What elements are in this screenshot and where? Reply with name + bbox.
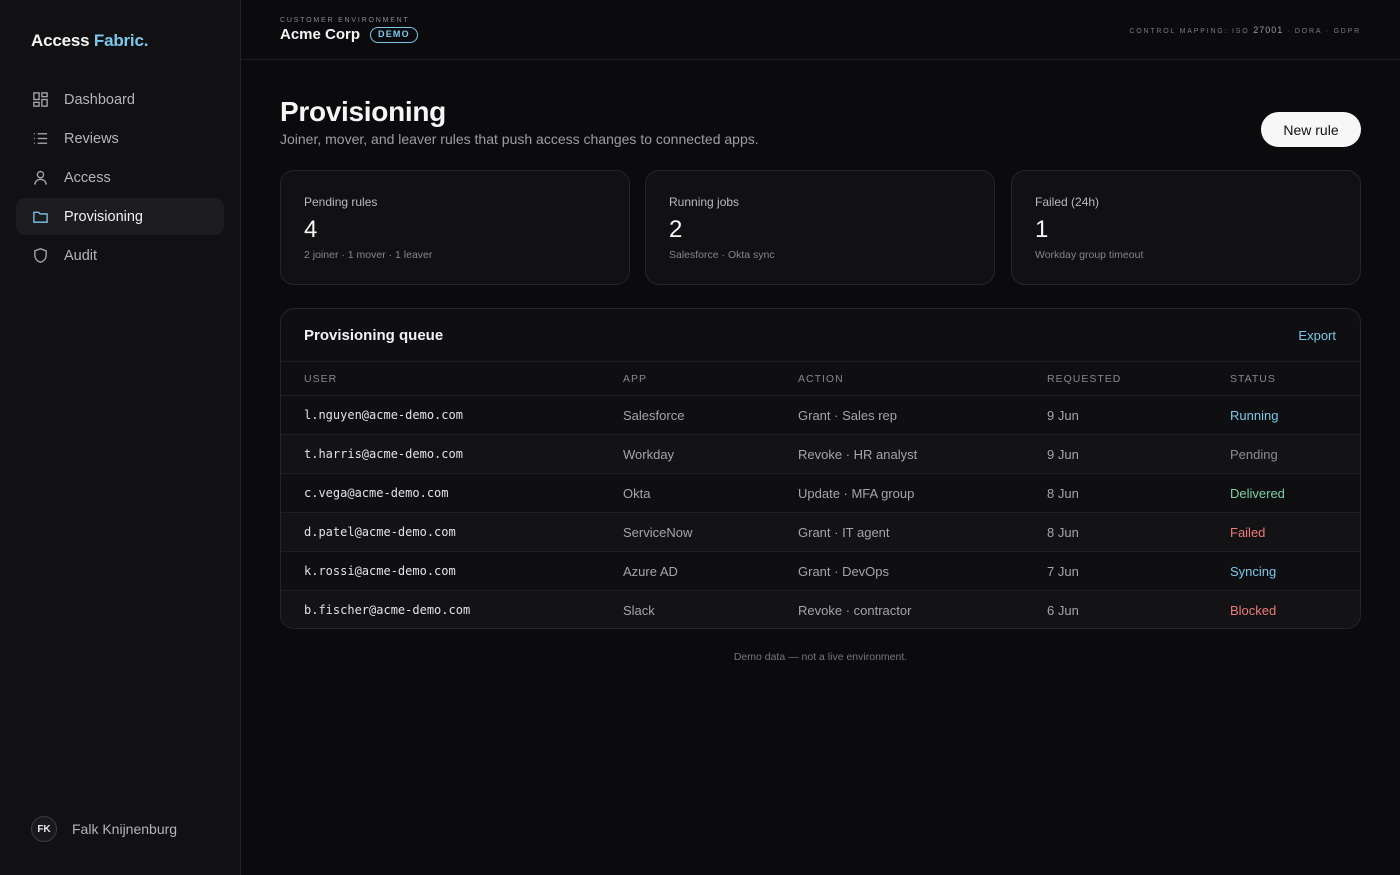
environment-name: Acme Corp [280, 26, 361, 43]
stat-label: Running jobs [669, 195, 740, 209]
footnote: Demo data — not a live environment. [733, 651, 908, 663]
page-title: Provisioning [280, 96, 446, 127]
column-header-requested[interactable]: REQUESTED [1047, 373, 1121, 385]
sidebar-item-label: Dashboard [64, 91, 135, 108]
cell-user: t.harris@acme-demo.com [304, 447, 463, 461]
sidebar-item-dashboard[interactable]: Dashboard [16, 81, 224, 118]
sidebar-nav: Dashboard Reviews Access Provisioning Au… [16, 81, 224, 276]
user-profile[interactable]: FK Falk Knijnenburg [31, 816, 177, 842]
column-header-user[interactable]: USER [304, 373, 337, 385]
status-badge: Delivered [1230, 486, 1285, 501]
cell-requested: 7 Jun [1047, 564, 1079, 579]
folder-icon [31, 208, 49, 226]
control-mapping-suffix: · DORA · GDPR [1287, 28, 1361, 35]
dashboard-icon [31, 91, 49, 109]
sidebar-item-provisioning[interactable]: Provisioning [16, 198, 224, 235]
stat-value: 4 [304, 216, 318, 243]
environment-switcher[interactable]: Acme Corp DEMO [280, 26, 418, 43]
topbar: CUSTOMER ENVIRONMENT Acme Corp DEMO CONT… [241, 0, 1400, 60]
control-mapping-iso: 27001 [1253, 25, 1284, 35]
cell-user: b.fischer@acme-demo.com [304, 603, 471, 617]
cell-app: Slack [623, 603, 655, 618]
sidebar-item-label: Provisioning [64, 208, 143, 225]
stat-note: 2 joiner · 1 mover · 1 leaver [304, 249, 433, 261]
cell-app: Salesforce [623, 408, 685, 423]
shield-icon [31, 247, 49, 265]
table-row[interactable]: d.patel@acme-demo.com ServiceNow Grant ·… [281, 513, 1360, 552]
cell-app: Workday [623, 447, 675, 462]
stat-card-pending-rules: Pending rules 4 2 joiner · 1 mover · 1 l… [280, 170, 630, 285]
sidebar: Access Fabric. Dashboard Reviews Access … [0, 0, 241, 875]
avatar: FK [31, 816, 57, 842]
control-mapping: CONTROL MAPPING: ISO 27001 · DORA · GDPR [1129, 25, 1361, 35]
sidebar-item-label: Access [64, 169, 111, 186]
table-body: l.nguyen@acme-demo.com Salesforce Grant … [281, 396, 1360, 628]
cell-requested: 8 Jun [1047, 486, 1079, 501]
cell-user: d.patel@acme-demo.com [304, 525, 456, 539]
cell-user: l.nguyen@acme-demo.com [304, 408, 463, 422]
status-badge: Blocked [1230, 603, 1277, 618]
table-row[interactable]: b.fischer@acme-demo.com Slack Revoke · c… [281, 591, 1360, 628]
cell-requested: 8 Jun [1047, 525, 1079, 540]
stat-note: Salesforce · Okta sync [669, 249, 775, 261]
sidebar-item-audit[interactable]: Audit [16, 237, 224, 274]
stat-card-failed: Failed (24h) 1 Workday group timeout [1011, 170, 1361, 285]
brand-accent: Fabric. [93, 31, 149, 50]
table-header: USER APP ACTION REQUESTED STATUS [281, 361, 1360, 396]
cell-app: Okta [623, 486, 651, 501]
export-link[interactable]: Export [1298, 328, 1336, 343]
cell-app: Azure AD [623, 564, 678, 579]
cell-action: Grant · IT agent [798, 525, 890, 540]
list-icon [31, 130, 49, 148]
table-row[interactable]: l.nguyen@acme-demo.com Salesforce Grant … [281, 396, 1360, 435]
provisioning-queue: Provisioning queue Export USER APP ACTIO… [280, 308, 1361, 629]
cell-action: Grant · DevOps [798, 564, 890, 579]
cell-requested: 6 Jun [1047, 603, 1079, 618]
status-badge: Running [1230, 408, 1279, 423]
cell-action: Grant · Sales rep [798, 408, 897, 423]
sidebar-item-access[interactable]: Access [16, 159, 224, 196]
status-badge: Pending [1230, 447, 1278, 462]
sidebar-item-reviews[interactable]: Reviews [16, 120, 224, 157]
stat-note: Workday group timeout [1035, 249, 1144, 261]
column-header-app[interactable]: APP [623, 373, 647, 385]
cell-action: Update · MFA group [798, 486, 915, 501]
page-subtitle: Joiner, mover, and leaver rules that pus… [280, 131, 759, 147]
stat-value: 2 [669, 216, 683, 243]
status-badge: Failed [1230, 525, 1266, 540]
cell-user: c.vega@acme-demo.com [304, 486, 449, 500]
brand-logo[interactable]: Access Fabric. [31, 31, 148, 51]
stat-card-running-jobs: Running jobs 2 Salesforce · Okta sync [645, 170, 995, 285]
environment-label: CUSTOMER ENVIRONMENT [280, 17, 410, 24]
cell-app: ServiceNow [623, 525, 693, 540]
user-icon [31, 169, 49, 187]
user-name: Falk Knijnenburg [72, 821, 178, 837]
stat-label: Pending rules [304, 195, 378, 209]
new-rule-button[interactable]: New rule [1261, 112, 1361, 147]
sidebar-item-label: Reviews [64, 130, 119, 147]
sidebar-item-label: Audit [64, 247, 98, 264]
column-header-status[interactable]: STATUS [1230, 373, 1276, 385]
cell-action: Revoke · HR analyst [798, 447, 918, 462]
stat-label: Failed (24h) [1035, 195, 1100, 209]
cell-requested: 9 Jun [1047, 447, 1079, 462]
cell-action: Revoke · contractor [798, 603, 912, 618]
queue-title: Provisioning queue [304, 327, 444, 344]
column-header-action[interactable]: ACTION [798, 373, 844, 385]
cell-requested: 9 Jun [1047, 408, 1079, 423]
status-badge: Syncing [1230, 564, 1277, 579]
demo-badge: DEMO [370, 26, 418, 43]
brand-name: Access [31, 31, 90, 50]
control-mapping-prefix: CONTROL MAPPING: ISO [1129, 28, 1250, 35]
table-row[interactable]: c.vega@acme-demo.com Okta Update · MFA g… [281, 474, 1360, 513]
stat-value: 1 [1035, 216, 1049, 243]
cell-user: k.rossi@acme-demo.com [304, 564, 456, 578]
table-row[interactable]: k.rossi@acme-demo.com Azure AD Grant · D… [281, 552, 1360, 591]
table-row[interactable]: t.harris@acme-demo.com Workday Revoke · … [281, 435, 1360, 474]
